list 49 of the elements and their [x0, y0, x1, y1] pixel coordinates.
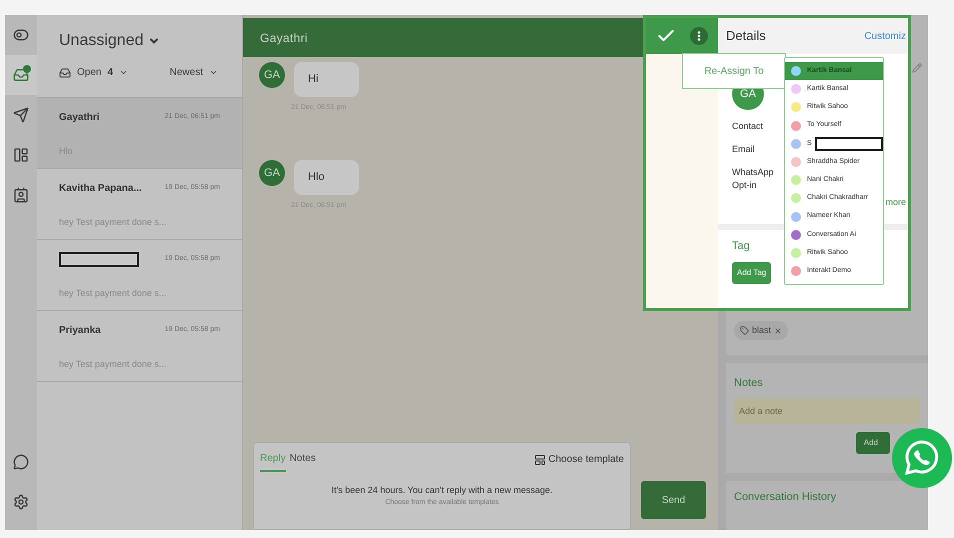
layout-icon [13, 147, 29, 163]
field-label: Email [732, 143, 756, 156]
avatar: GA [259, 62, 285, 88]
status-label: Open [77, 66, 102, 80]
settings-icon [13, 494, 29, 510]
reply-notice: It's been 24 hours. You can't reply with a new message. [330, 484, 554, 497]
toggle-icon [13, 27, 29, 43]
chat-icon [13, 454, 29, 470]
message-bubble: Hlo [294, 160, 359, 194]
message-bubble: Hi [294, 62, 359, 96]
field-label: WhatsApp Opt-in [732, 166, 775, 192]
conversation-history-title: Conversation History [734, 490, 838, 505]
tag-icon [740, 326, 749, 335]
caret-icon [119, 68, 128, 77]
sort-dropdown[interactable]: Newest [170, 65, 218, 80]
tag-title: Tag [732, 238, 750, 254]
more-link[interactable]: more [885, 196, 906, 210]
field-label: Contact [732, 120, 764, 133]
inbox-nav-icon[interactable] [5, 55, 37, 95]
add-tag-button[interactable]: Add Tag [732, 262, 772, 284]
message-preview: hey Test payment done s... [59, 358, 168, 371]
tag-chip[interactable]: blast [734, 320, 788, 340]
badge-icon [23, 65, 31, 73]
template-icon [534, 454, 546, 466]
whatsapp-icon[interactable] [892, 428, 952, 488]
inbox-icon [59, 66, 71, 78]
notes-title: Notes [734, 376, 764, 391]
caret-icon [209, 68, 218, 77]
inbox-icon [13, 67, 29, 83]
chat-header: Gayathri [243, 18, 643, 57]
status-count: 4 [107, 66, 114, 80]
details-title: Details [726, 27, 766, 46]
composer-tab[interactable]: Notes [290, 451, 316, 472]
note-input-field[interactable]: Add a note [734, 398, 920, 424]
more-options-button[interactable] [690, 27, 708, 45]
message-preview: hey Test payment done s... [59, 287, 168, 300]
contact-name: Priyanka [59, 324, 101, 338]
send-button[interactable]: Send [641, 481, 706, 519]
contact-name: Kavitha Papana... [59, 182, 142, 196]
send-icon [13, 107, 29, 123]
message-preview: hey Test payment done s... [59, 216, 168, 229]
remove-icon[interactable] [774, 326, 782, 334]
choose-template-button[interactable]: Choose template [534, 452, 624, 471]
add-note-button[interactable]: Add [856, 432, 890, 454]
inbox-title-dropdown[interactable]: Unassigned [59, 29, 220, 53]
status-filter[interactable]: Open 4 [59, 65, 128, 80]
avatar: GA [259, 160, 285, 186]
contacts-icon [13, 187, 29, 203]
contact-name: Gayathri [59, 110, 100, 124]
